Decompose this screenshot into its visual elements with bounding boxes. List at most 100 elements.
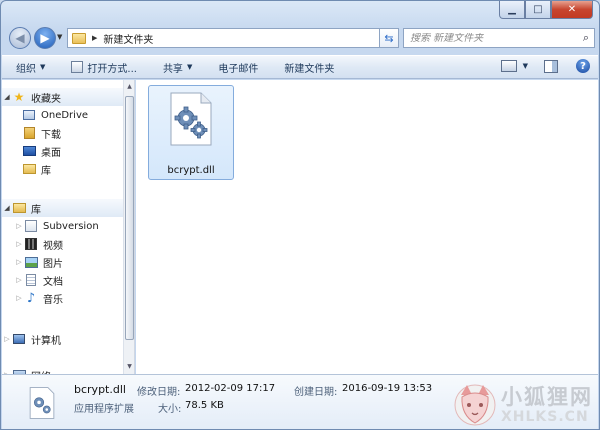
nav-item-video[interactable]: ▷ 视频 <box>2 235 123 253</box>
dll-gear-icon <box>29 387 55 419</box>
watermark-cn: 小狐狸网 <box>501 385 593 409</box>
onedrive-icon <box>22 109 36 121</box>
nav-network[interactable]: ▷ 网络 <box>2 366 123 374</box>
view-options-dropdown[interactable]: ▼ <box>523 62 528 70</box>
breadcrumb-current[interactable]: 新建文件夹 <box>103 31 153 46</box>
email-button[interactable]: 电子邮件 <box>218 60 258 75</box>
nav-item-subversion[interactable]: ▷ Subversion <box>2 217 123 235</box>
nav-item-label: 下载 <box>41 129 61 141</box>
created-label: 创建日期: <box>294 387 338 398</box>
library-icon <box>12 202 26 214</box>
music-icon: ♪ <box>26 290 36 306</box>
forward-button[interactable]: ▶ <box>34 27 56 49</box>
nav-item-label: Subversion <box>43 220 99 232</box>
nav-favorites[interactable]: ◢ ★ 收藏夹 <box>2 88 123 106</box>
modified-value: 2012-02-09 17:17 <box>185 383 276 394</box>
nav-libraries[interactable]: ◢ 库 <box>2 199 123 217</box>
help-icon[interactable]: ? <box>576 59 590 73</box>
detail-file-name: bcrypt.dll <box>74 383 126 396</box>
modified-label: 修改日期: <box>137 387 181 398</box>
navigation-pane: ◢ ★ 收藏夹 OneDrive 下载 桌面 库 ◢ 库 ▷ Subversio… <box>2 80 123 374</box>
arrow-right-icon: ▶ <box>40 31 50 45</box>
nav-item-label: 库 <box>41 165 51 177</box>
recent-pages-dropdown[interactable]: ▼ <box>57 33 62 41</box>
caption-buttons: ▁ □ ✕ <box>499 1 593 19</box>
file-item-bcrypt[interactable]: bcrypt.dll <box>148 85 234 180</box>
search-icon[interactable]: ⌕ <box>583 31 589 45</box>
watermark: 小狐狸网 XHLKS.CN <box>453 381 593 429</box>
nav-item-desktop[interactable]: 桌面 <box>2 142 123 160</box>
open-with-button[interactable]: 打开方式... <box>71 60 137 75</box>
collapsed-arrow-icon[interactable]: ▷ <box>14 258 24 266</box>
command-bar: 组织 ▼ 打开方式... 共享 ▼ 电子邮件 新建文件夹 ▼ ? <box>2 55 598 79</box>
created-value: 2016-09-19 13:53 <box>342 383 433 394</box>
nav-item-downloads[interactable]: 下载 <box>2 124 123 142</box>
search-input[interactable] <box>410 32 570 44</box>
preview-pane-icon[interactable] <box>544 59 558 73</box>
watermark-en: XHLKS.CN <box>501 409 589 425</box>
subversion-icon <box>24 220 38 232</box>
chevron-down-icon: ▼ <box>40 63 46 71</box>
close-button[interactable]: ✕ <box>551 1 593 19</box>
address-row: ◀ ▶ ▼ ▶ 新建文件夹 ▼ ⇆ ⌕ <box>7 25 595 51</box>
nav-item-music[interactable]: ▷ ♪ 音乐 <box>2 289 123 307</box>
collapsed-arrow-icon[interactable]: ▷ <box>14 240 24 248</box>
nav-item-library-fav[interactable]: 库 <box>2 160 123 178</box>
nav-scrollbar[interactable]: ▲ ▼ <box>123 80 135 374</box>
organize-button[interactable]: 组织 ▼ <box>16 60 45 75</box>
video-icon <box>24 238 38 250</box>
refresh-icon: ⇆ <box>384 31 394 45</box>
scroll-up-icon[interactable]: ▲ <box>125 82 134 92</box>
organize-label: 组织 <box>16 63 36 75</box>
nav-item-label: 音乐 <box>43 294 63 306</box>
chevron-down-icon: ▼ <box>186 63 193 71</box>
pictures-icon <box>24 256 38 268</box>
toolbar-right: ▼ ? <box>500 59 590 73</box>
star-icon: ★ <box>13 90 25 104</box>
nav-libraries-label: 库 <box>31 204 41 216</box>
nav-item-label: OneDrive <box>41 109 89 121</box>
change-view-icon[interactable] <box>500 60 517 72</box>
nav-favorites-label: 收藏夹 <box>31 93 61 105</box>
size-label: 大小: <box>158 404 182 415</box>
scrollbar-thumb[interactable] <box>125 96 134 340</box>
email-label: 电子邮件 <box>218 63 259 75</box>
open-with-icon <box>71 61 84 73</box>
size-value: 78.5 KB <box>185 400 224 411</box>
file-list-pane[interactable]: bcrypt.dll <box>136 80 598 374</box>
nav-item-onedrive[interactable]: OneDrive <box>2 106 123 124</box>
maximize-button[interactable]: □ <box>525 1 551 19</box>
share-label: 共享 <box>162 63 183 75</box>
nav-item-documents[interactable]: ▷ 文档 <box>2 271 123 289</box>
scroll-down-icon[interactable]: ▼ <box>125 362 134 372</box>
refresh-button[interactable]: ⇆ <box>379 28 399 48</box>
nav-computer[interactable]: ▷ 计算机 <box>2 330 123 348</box>
back-button[interactable]: ◀ <box>9 27 31 49</box>
breadcrumb-chevron-icon[interactable]: ▶ <box>92 34 97 42</box>
share-button[interactable]: 共享 ▼ <box>163 60 192 75</box>
downloads-icon <box>22 127 36 139</box>
detail-file-type: 应用程序扩展 <box>74 404 134 415</box>
file-name[interactable]: bcrypt.dll <box>149 165 233 176</box>
address-bar[interactable]: ▶ 新建文件夹 ▼ <box>67 28 397 48</box>
minimize-button[interactable]: ▁ <box>499 1 525 19</box>
explorer-window: ▁ □ ✕ ◀ ▶ ▼ ▶ 新建文件夹 ▼ ⇆ ⌕ 组织 ▼ 打开方式... 共… <box>0 0 600 430</box>
new-folder-button[interactable]: 新建文件夹 <box>284 60 334 75</box>
expand-arrow-icon[interactable]: ◢ <box>2 93 12 101</box>
expand-arrow-icon[interactable]: ◢ <box>2 204 12 212</box>
search-box[interactable]: ⌕ <box>403 28 595 48</box>
arrow-left-icon: ◀ <box>15 31 25 45</box>
dll-gear-icon <box>170 92 212 146</box>
nav-item-label: 图片 <box>43 258 63 270</box>
collapsed-arrow-icon[interactable]: ▷ <box>2 335 12 343</box>
open-with-label: 打开方式... <box>87 63 137 75</box>
collapsed-arrow-icon[interactable]: ▷ <box>14 222 24 230</box>
desktop-icon <box>22 145 36 157</box>
computer-icon <box>12 333 26 345</box>
nav-item-pictures[interactable]: ▷ 图片 <box>2 253 123 271</box>
nav-item-label: 文档 <box>43 276 63 288</box>
collapsed-arrow-icon[interactable]: ▷ <box>14 294 24 302</box>
fox-logo-icon <box>454 384 496 426</box>
collapsed-arrow-icon[interactable]: ▷ <box>14 276 24 284</box>
library-icon <box>22 163 36 175</box>
